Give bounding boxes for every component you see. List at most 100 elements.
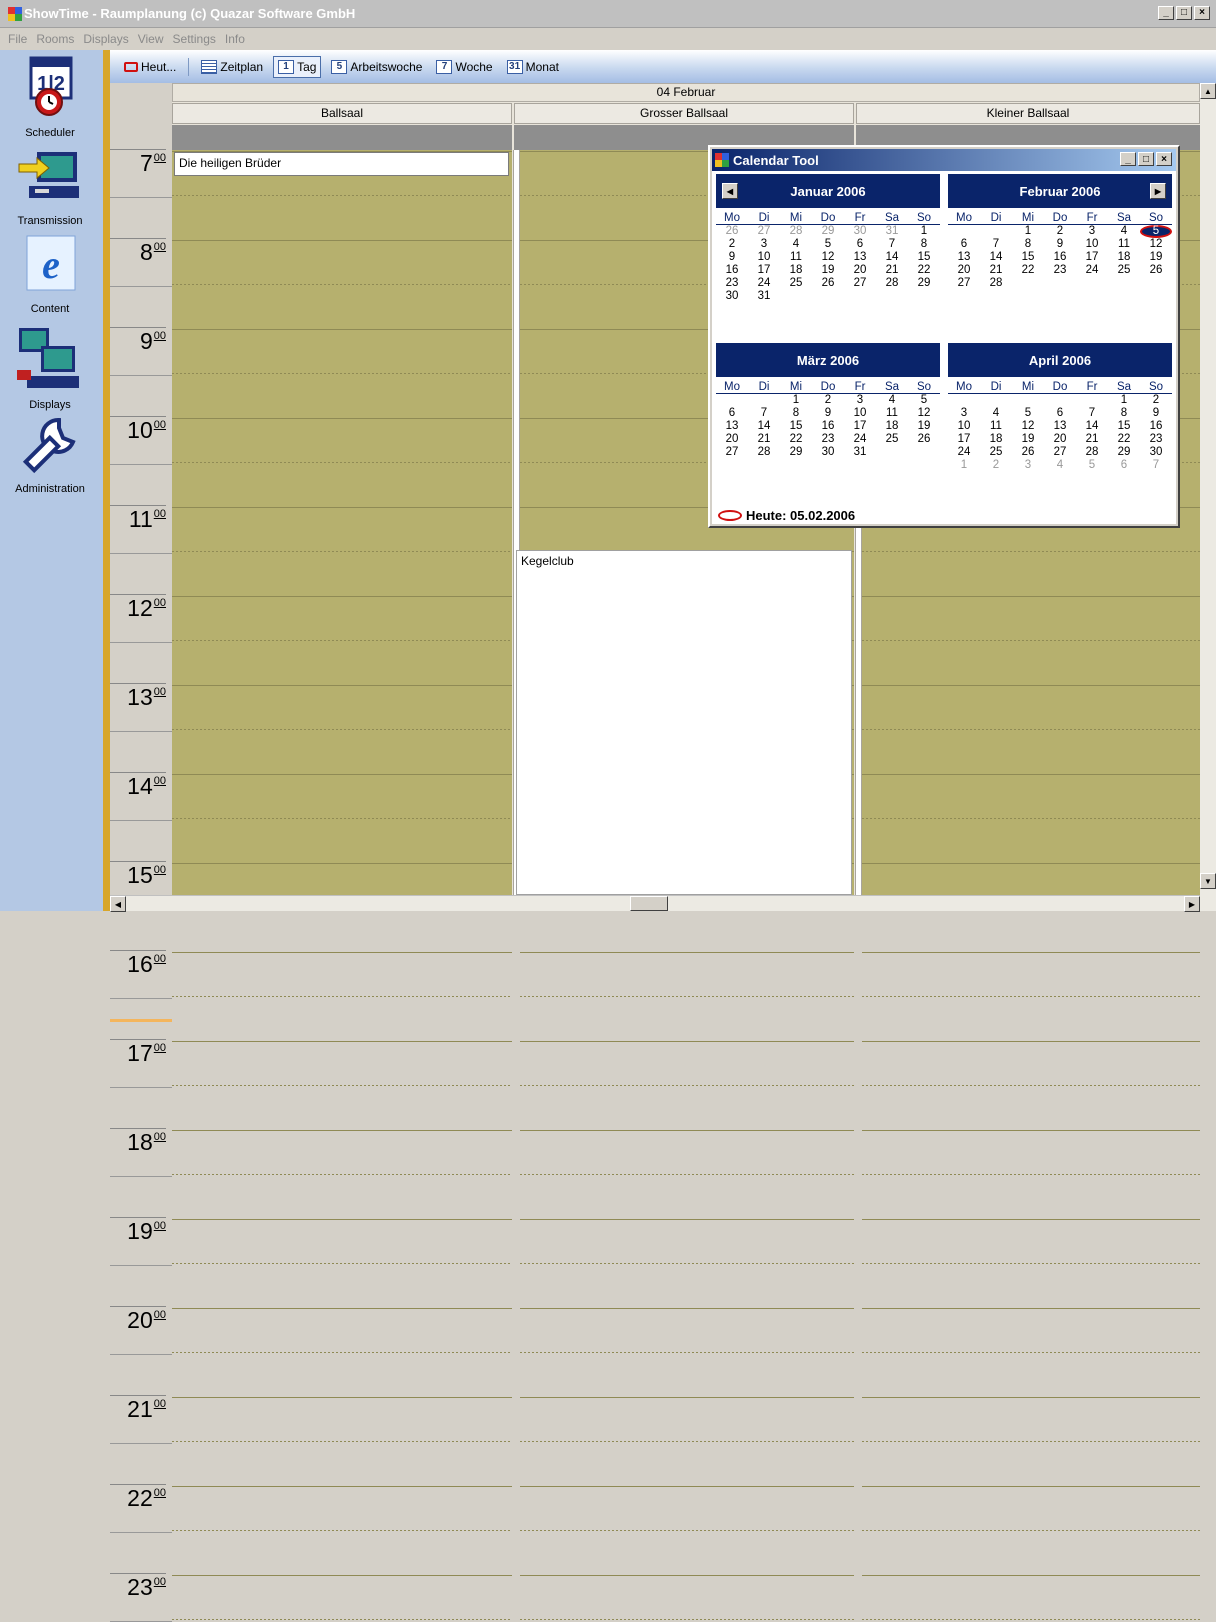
week-view-button[interactable]: 7 Woche	[432, 56, 496, 78]
day-cell[interactable]: 16	[812, 420, 844, 433]
maximize-button[interactable]: □	[1176, 6, 1192, 20]
day-cell[interactable]: 12	[812, 251, 844, 264]
day-cell[interactable]: 28	[980, 277, 1012, 290]
day-cell[interactable]: 28	[876, 277, 908, 290]
day-cell[interactable]: 15	[780, 420, 812, 433]
day-cell[interactable]: 25	[1108, 264, 1140, 277]
room-header-grosser-ballsaal[interactable]: Grosser Ballsaal	[514, 103, 854, 124]
scroll-down-button[interactable]: ▼	[1200, 873, 1216, 889]
day-cell[interactable]: 14	[748, 420, 780, 433]
sidebar-item-scheduler[interactable]: 1|2 Scheduler	[0, 56, 100, 139]
vertical-scrollbar[interactable]: ▲ ▼	[1200, 83, 1216, 911]
day-cell[interactable]: 13	[1044, 420, 1076, 433]
calendar-tool-minimize-button[interactable]: _	[1120, 152, 1136, 166]
day-cell[interactable]: 4	[780, 238, 812, 251]
close-button[interactable]: ×	[1194, 6, 1210, 20]
day-cell[interactable]: 1	[780, 394, 812, 407]
day-cell[interactable]: 8	[1108, 407, 1140, 420]
day-cell[interactable]: 13	[716, 420, 748, 433]
day-cell[interactable]: 3	[844, 394, 876, 407]
sidebar-item-content[interactable]: e Content	[0, 234, 100, 315]
day-cell[interactable]: 17	[844, 420, 876, 433]
day-cell[interactable]: 9	[1044, 238, 1076, 251]
day-cell[interactable]: 22	[1012, 264, 1044, 277]
day-cell[interactable]: 4	[980, 407, 1012, 420]
event-die-heiligen-brueder[interactable]: Die heiligen Brüder	[174, 152, 509, 176]
day-cell[interactable]: 7	[1076, 407, 1108, 420]
room-header-kleiner-ballsaal[interactable]: Kleiner Ballsaal	[856, 103, 1200, 124]
day-cell[interactable]: 25	[980, 446, 1012, 459]
day-cell[interactable]: 21	[1076, 433, 1108, 446]
day-cell[interactable]: 15	[1012, 251, 1044, 264]
day-cell[interactable]: 18	[1108, 251, 1140, 264]
workweek-view-button[interactable]: 5 Arbeitswoche	[327, 56, 426, 78]
room-header-ballsaal[interactable]: Ballsaal	[172, 103, 512, 124]
day-cell[interactable]: 21	[876, 264, 908, 277]
day-cell[interactable]: 26	[1012, 446, 1044, 459]
day-cell[interactable]: 17	[748, 264, 780, 277]
day-cell[interactable]: 6	[716, 407, 748, 420]
day-cell[interactable]: 5	[1076, 459, 1108, 472]
day-cell[interactable]: 2	[812, 394, 844, 407]
day-cell[interactable]: 24	[844, 433, 876, 446]
day-cell[interactable]: 26	[716, 225, 748, 238]
day-cell[interactable]: 11	[980, 420, 1012, 433]
day-cell[interactable]: 8	[908, 238, 940, 251]
day-cell[interactable]: 3	[748, 238, 780, 251]
horizontal-scroll-thumb[interactable]	[630, 896, 668, 911]
today-day-cell[interactable]: 5	[1140, 225, 1172, 238]
day-cell[interactable]: 2	[980, 459, 1012, 472]
day-cell[interactable]: 4	[1044, 459, 1076, 472]
day-cell[interactable]: 24	[948, 446, 980, 459]
calendar-tool-close-button[interactable]: ×	[1156, 152, 1172, 166]
day-cell[interactable]: 2	[1140, 394, 1172, 407]
day-cell[interactable]: 31	[748, 290, 780, 303]
day-cell[interactable]: 7	[748, 407, 780, 420]
event-kegelclub[interactable]: Kegelclub	[516, 550, 852, 895]
day-cell[interactable]: 1	[908, 225, 940, 238]
day-cell[interactable]: 8	[780, 407, 812, 420]
day-cell[interactable]: 16	[1140, 420, 1172, 433]
day-cell[interactable]: 8	[1012, 238, 1044, 251]
day-cell[interactable]: 11	[1108, 238, 1140, 251]
day-cell[interactable]: 22	[908, 264, 940, 277]
day-cell[interactable]: 6	[844, 238, 876, 251]
month-view-button[interactable]: 31 Monat	[503, 56, 563, 78]
day-cell[interactable]: 31	[876, 225, 908, 238]
day-cell[interactable]: 27	[844, 277, 876, 290]
scroll-left-button[interactable]: ◀	[110, 896, 126, 912]
day-cell[interactable]: 19	[812, 264, 844, 277]
day-cell[interactable]: 21	[748, 433, 780, 446]
day-cell[interactable]: 18	[980, 433, 1012, 446]
sidebar-item-transmission[interactable]: Transmission	[0, 146, 100, 227]
day-cell[interactable]: 26	[908, 433, 940, 446]
day-cell[interactable]: 17	[1076, 251, 1108, 264]
day-cell[interactable]: 30	[812, 446, 844, 459]
day-cell[interactable]: 29	[908, 277, 940, 290]
horizontal-scrollbar[interactable]: ◀ ▶	[110, 895, 1200, 912]
day-cell[interactable]: 30	[716, 290, 748, 303]
day-cell[interactable]: 6	[1044, 407, 1076, 420]
previous-month-button[interactable]: ◀	[722, 183, 738, 199]
room-column-ballsaal[interactable]	[172, 150, 512, 1620]
day-cell[interactable]: 4	[1108, 225, 1140, 238]
day-cell[interactable]: 12	[1140, 238, 1172, 251]
menu-rooms[interactable]: Rooms	[36, 32, 74, 46]
calendar-tool-maximize-button[interactable]: □	[1138, 152, 1154, 166]
day-cell[interactable]: 12	[1012, 420, 1044, 433]
day-cell[interactable]: 14	[1076, 420, 1108, 433]
day-cell[interactable]: 6	[948, 238, 980, 251]
day-cell[interactable]: 25	[780, 277, 812, 290]
day-cell[interactable]: 19	[1140, 251, 1172, 264]
day-cell[interactable]: 21	[980, 264, 1012, 277]
scroll-right-button[interactable]: ▶	[1184, 896, 1200, 912]
day-cell[interactable]: 23	[1044, 264, 1076, 277]
day-cell[interactable]: 29	[812, 225, 844, 238]
day-cell[interactable]: 3	[948, 407, 980, 420]
sidebar-item-administration[interactable]: Administration	[0, 416, 100, 495]
day-cell[interactable]: 6	[1108, 459, 1140, 472]
day-cell[interactable]: 10	[748, 251, 780, 264]
day-cell[interactable]: 30	[1140, 446, 1172, 459]
day-cell[interactable]: 5	[1012, 407, 1044, 420]
day-cell[interactable]: 29	[780, 446, 812, 459]
